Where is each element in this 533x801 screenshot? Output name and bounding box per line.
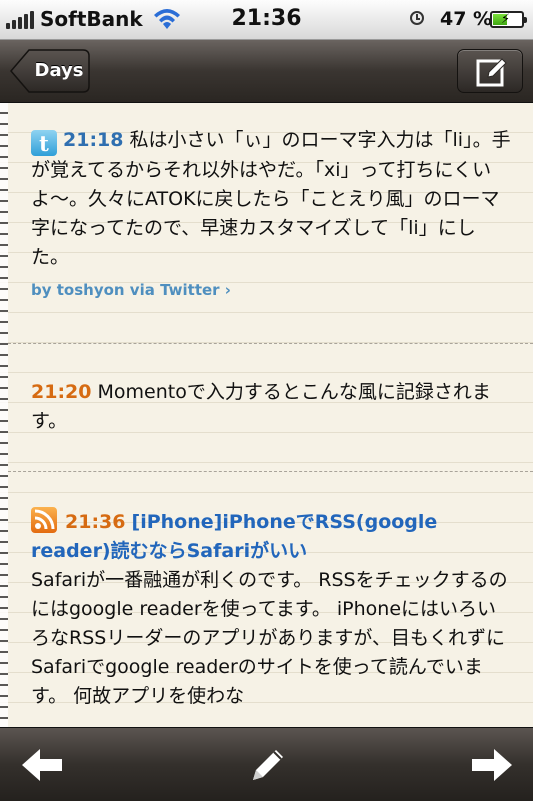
previous-button[interactable] bbox=[18, 740, 68, 790]
carrier-name: SoftBank bbox=[40, 7, 143, 31]
edit-button[interactable] bbox=[241, 740, 291, 790]
entry-item[interactable]: 21:36 [iPhone]iPhoneでRSS(google reader)読… bbox=[31, 507, 511, 711]
wifi-icon bbox=[154, 9, 180, 29]
arrow-left-icon bbox=[22, 749, 62, 781]
entry-item[interactable]: 21:20 Momentoで入力するとこんな風に記録されます。 bbox=[31, 378, 511, 436]
bottom-toolbar bbox=[0, 727, 533, 801]
entry-separator bbox=[8, 343, 533, 344]
battery-charging-icon: ⚡ bbox=[490, 11, 527, 28]
entry-separator bbox=[8, 471, 533, 472]
entry-time: 21:36 bbox=[65, 511, 126, 533]
navigation-bar: Days bbox=[0, 40, 533, 103]
arrow-right-icon bbox=[472, 749, 512, 781]
battery-percent: 47 % bbox=[440, 8, 493, 30]
entry-time: 21:20 bbox=[31, 381, 92, 403]
compose-icon bbox=[476, 58, 507, 87]
journal-page[interactable]: t 21:18 私は小さい「ぃ」のローマ字入力は「li」。手が覚えてるからそれ以外… bbox=[0, 103, 533, 727]
compose-button[interactable] bbox=[457, 49, 523, 93]
next-button[interactable] bbox=[466, 740, 516, 790]
back-button-days[interactable]: Days bbox=[10, 49, 90, 93]
entry-time: 21:18 bbox=[63, 129, 124, 151]
twitter-icon: t bbox=[31, 130, 57, 156]
pencil-icon bbox=[253, 750, 283, 780]
entry-text: Safariが一番融通が利くのです。 RSSをチェックするのにはgoogle r… bbox=[31, 569, 508, 707]
entry-item[interactable]: t 21:18 私は小さい「ぃ」のローマ字入力は「li」。手が覚えてるからそれ以外… bbox=[31, 126, 511, 305]
signal-bars-icon bbox=[6, 9, 34, 29]
entry-text: Momentoで入力するとこんな風に記録されます。 bbox=[31, 381, 491, 432]
charging-bolt-icon: ⚡ bbox=[501, 12, 511, 27]
notebook-binding bbox=[0, 103, 8, 727]
back-button-label: Days bbox=[34, 60, 84, 81]
status-bar: SoftBank 21:36 47 % ⚡ bbox=[0, 0, 533, 40]
source-link[interactable]: by toshyon via Twitter › bbox=[31, 276, 511, 305]
rss-icon bbox=[31, 507, 57, 533]
alarm-clock-icon bbox=[410, 11, 424, 25]
